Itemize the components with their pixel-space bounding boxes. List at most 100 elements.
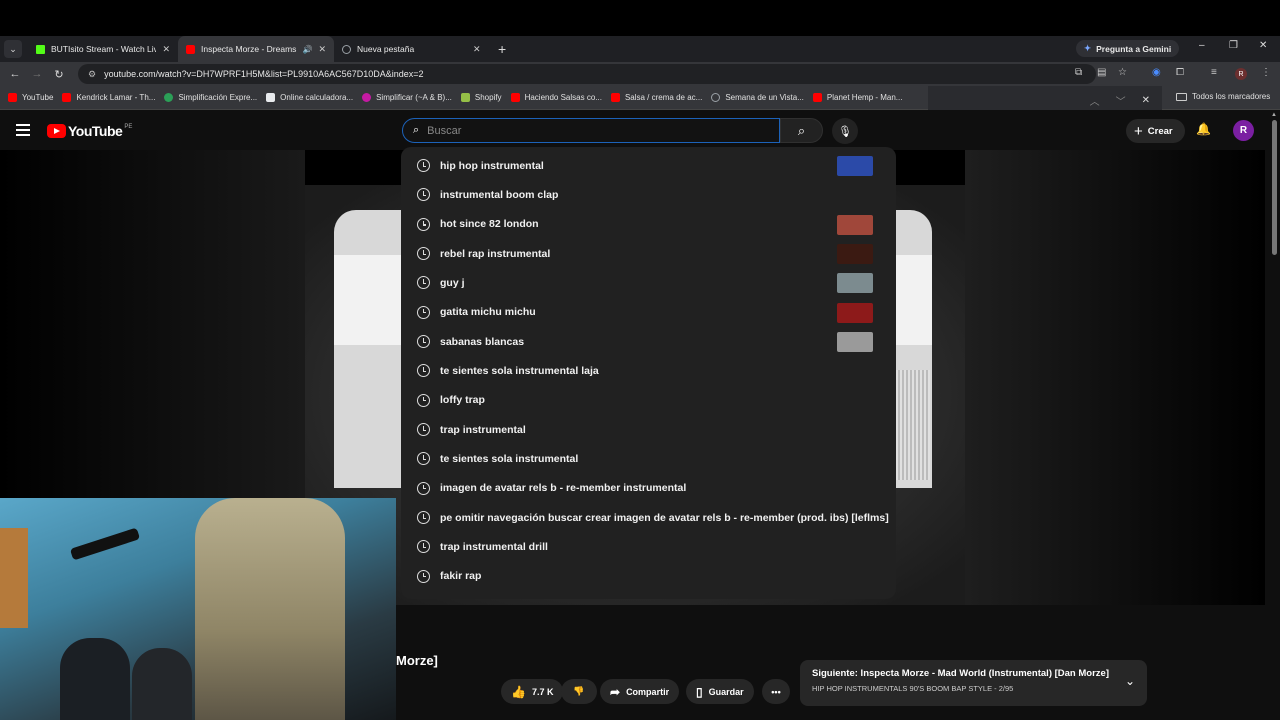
media-control-icon[interactable]: ≡ <box>1211 67 1217 78</box>
next-in-playlist-card[interactable]: Siguiente: Inspecta Morze - Mad World (I… <box>800 660 1147 706</box>
profile-button[interactable]: R <box>1235 68 1247 80</box>
close-window-icon[interactable]: ✕ <box>1259 40 1267 51</box>
bookmark-planet-hemp[interactable]: Planet Hemp - Man... <box>812 93 902 102</box>
share-button[interactable]: ➦ Compartir <box>600 679 680 704</box>
more-actions-button[interactable]: ••• <box>762 679 790 704</box>
tab-kick-stream[interactable]: BUTIsito Stream - Watch Live o ✕ <box>28 36 178 62</box>
suggestion-item[interactable]: rebel rap instrumental <box>401 239 896 268</box>
kebab-menu-icon[interactable]: ⋮ <box>1261 67 1271 78</box>
omnibox[interactable]: ⚙ youtube.com/watch?v=DH7WPRF1H5M&list=P… <box>78 64 1096 84</box>
suggestion-text: trap instrumental drill <box>440 540 548 553</box>
bookmark-shopify[interactable]: Shopify <box>460 93 502 102</box>
suggestion-item[interactable]: te sientes sola instrumental laja <box>401 356 896 385</box>
forward-arrow-icon[interactable]: → <box>26 68 48 80</box>
save-button[interactable]: ▯ Guardar <box>686 679 754 704</box>
bookmark-label: Haciendo Salsas co... <box>524 93 602 102</box>
find-next-icon[interactable]: ﹀ <box>1116 93 1126 108</box>
history-clock-icon <box>417 452 430 466</box>
hamburger-menu-icon[interactable] <box>16 124 30 139</box>
webcam-overlay <box>0 498 396 720</box>
suggestion-item[interactable]: guy j <box>401 268 896 297</box>
suggestion-item[interactable]: loffy trap <box>401 386 896 415</box>
all-bookmarks-button[interactable]: Todos los marcadores <box>1176 92 1270 101</box>
find-close-icon[interactable]: ✕ <box>1142 95 1150 106</box>
bookmark-salsa-crema[interactable]: Salsa / crema de ac... <box>610 93 703 102</box>
suggestion-text: rebel rap instrumental <box>440 247 551 260</box>
bookmark-semana[interactable]: Semana de un Vista... <box>711 93 804 102</box>
search-input[interactable] <box>427 124 748 137</box>
suggestion-text: te sientes sola instrumental laja <box>440 364 599 377</box>
bookmark-label: Simplificar (~A & B)... <box>376 93 452 102</box>
reading-mode-icon[interactable]: ▤ <box>1097 67 1106 78</box>
bookmark-calculadora[interactable]: Online calculadora... <box>266 93 353 102</box>
youtube-logo[interactable]: YouTube PE <box>47 123 132 139</box>
calculator-favicon-icon <box>266 93 276 102</box>
site-settings-icon[interactable]: ⚙ <box>88 69 96 80</box>
bookmark-icon: ▯ <box>696 684 703 699</box>
minimize-icon[interactable]: – <box>1199 40 1205 51</box>
url-text[interactable]: youtube.com/watch?v=DH7WPRF1H5M&list=PL9… <box>104 69 423 79</box>
suggestion-item[interactable]: sabanas blancas <box>401 327 896 356</box>
create-label: Crear <box>1147 125 1173 137</box>
extensions-puzzle-icon[interactable]: ⧠ <box>1176 67 1184 78</box>
gemini-sparkle-icon: ✦ <box>1084 43 1092 53</box>
youtube-favicon-icon <box>186 44 195 54</box>
tab-search-button[interactable]: ⌄ <box>4 40 22 58</box>
search-box[interactable]: ⌕ <box>402 118 780 143</box>
scroll-up-arrow-icon[interactable]: ▲ <box>1271 112 1277 118</box>
suggestion-item[interactable]: te sientes sola instrumental <box>401 444 896 473</box>
history-clock-icon <box>417 364 430 378</box>
account-avatar[interactable]: R <box>1233 120 1254 141</box>
close-tab-icon[interactable]: ✕ <box>318 44 326 55</box>
playlist-info: HIP HOP INSTRUMENTALS 90'S BOOM BAP STYL… <box>812 684 1014 693</box>
bookmark-kendrick[interactable]: Kendrick Lamar - Th... <box>62 93 155 102</box>
bookmark-youtube[interactable]: YouTube <box>8 93 53 102</box>
history-clock-icon <box>417 247 430 261</box>
history-clock-icon <box>417 335 430 349</box>
back-arrow-icon[interactable]: ← <box>4 68 26 80</box>
create-button[interactable]: + Crear <box>1126 119 1185 143</box>
youtube-wordmark: YouTube <box>68 123 123 139</box>
scrollbar-thumb[interactable] <box>1272 120 1277 255</box>
dots-favicon-icon <box>362 93 372 102</box>
close-tab-icon[interactable]: ✕ <box>162 44 170 55</box>
bookmark-label: Salsa / crema de ac... <box>624 93 703 102</box>
suggestion-item[interactable]: fakir rap <box>401 562 896 591</box>
install-app-icon[interactable]: ⧉ <box>1075 67 1082 78</box>
bookmark-simplificar[interactable]: Simplificar (~A & B)... <box>362 93 452 102</box>
dislike-button[interactable]: 👎 <box>561 679 597 704</box>
chevron-down-icon[interactable]: ⌄ <box>1125 674 1135 688</box>
globe-icon <box>342 44 351 54</box>
close-tab-icon[interactable]: ✕ <box>473 44 481 55</box>
ask-gemini-button[interactable]: ✦ Pregunta a Gemini <box>1076 40 1180 57</box>
tab-new-tab[interactable]: Nueva pestaña ✕ <box>334 36 490 62</box>
suggestion-item[interactable]: trap instrumental drill <box>401 532 896 561</box>
page-scrollbar[interactable]: ▲ <box>1269 110 1280 720</box>
extension-shield-icon[interactable]: ◉ <box>1152 67 1161 78</box>
suggestion-item[interactable]: gatita michu michu <box>401 298 896 327</box>
suggestion-item[interactable]: hip hop instrumental <box>401 151 896 180</box>
avatar-initial: R <box>1239 125 1248 136</box>
tab-youtube-video[interactable]: Inspecta Morze - Dreams (I 🔊 ✕ <box>178 36 334 62</box>
suggestion-item[interactable]: hot since 82 london <box>401 210 896 239</box>
notifications-bell-icon[interactable]: 🔔 <box>1196 122 1211 136</box>
suggestion-item[interactable]: instrumental boom clap <box>401 180 896 209</box>
suggestion-item[interactable]: pe omitir navegación buscar crear imagen… <box>401 503 896 532</box>
like-button[interactable]: 👍 7.7 K <box>501 679 564 704</box>
new-tab-plus-icon[interactable]: + <box>498 41 506 57</box>
find-previous-icon[interactable]: ︿ <box>1090 93 1100 108</box>
restore-icon[interactable]: ❐ <box>1229 40 1238 51</box>
history-clock-icon <box>417 540 430 554</box>
suggestion-item[interactable]: trap instrumental <box>401 415 896 444</box>
suggestion-item[interactable]: imagen de avatar rels b - re-member inst… <box>401 474 896 503</box>
reload-icon[interactable]: ↻ <box>48 68 70 81</box>
bookmark-label: YouTube <box>22 93 54 102</box>
bookmark-star-icon[interactable]: ☆ <box>1118 67 1127 78</box>
voice-search-button[interactable]: 🎙 <box>832 118 858 144</box>
search-button[interactable]: ⌕ <box>780 118 823 143</box>
speaker-icon[interactable]: 🔊 <box>302 45 312 54</box>
suggestion-thumbnail <box>837 214 873 235</box>
bookmark-salsas[interactable]: Haciendo Salsas co... <box>510 93 602 102</box>
bookmark-simplificacion[interactable]: Simplificación Expre... <box>164 93 257 102</box>
history-clock-icon <box>417 276 430 290</box>
